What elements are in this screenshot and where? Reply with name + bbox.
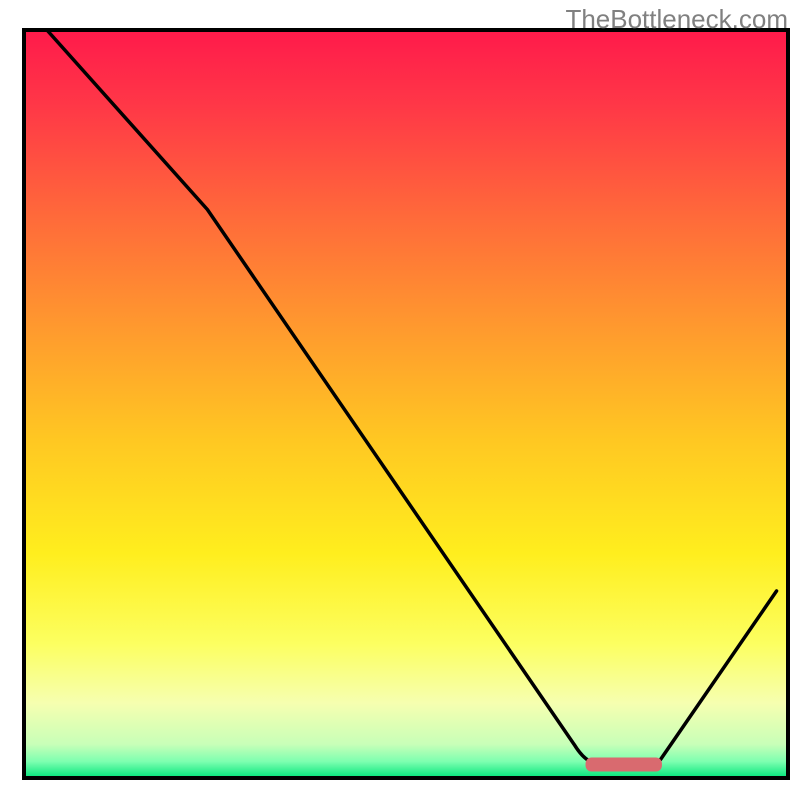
watermark-text: TheBottleneck.com: [565, 4, 788, 35]
bottleneck-chart: [0, 0, 800, 800]
optimal-range-marker: [586, 758, 662, 772]
heatmap-background: [24, 30, 788, 778]
plot-area: [24, 30, 788, 778]
